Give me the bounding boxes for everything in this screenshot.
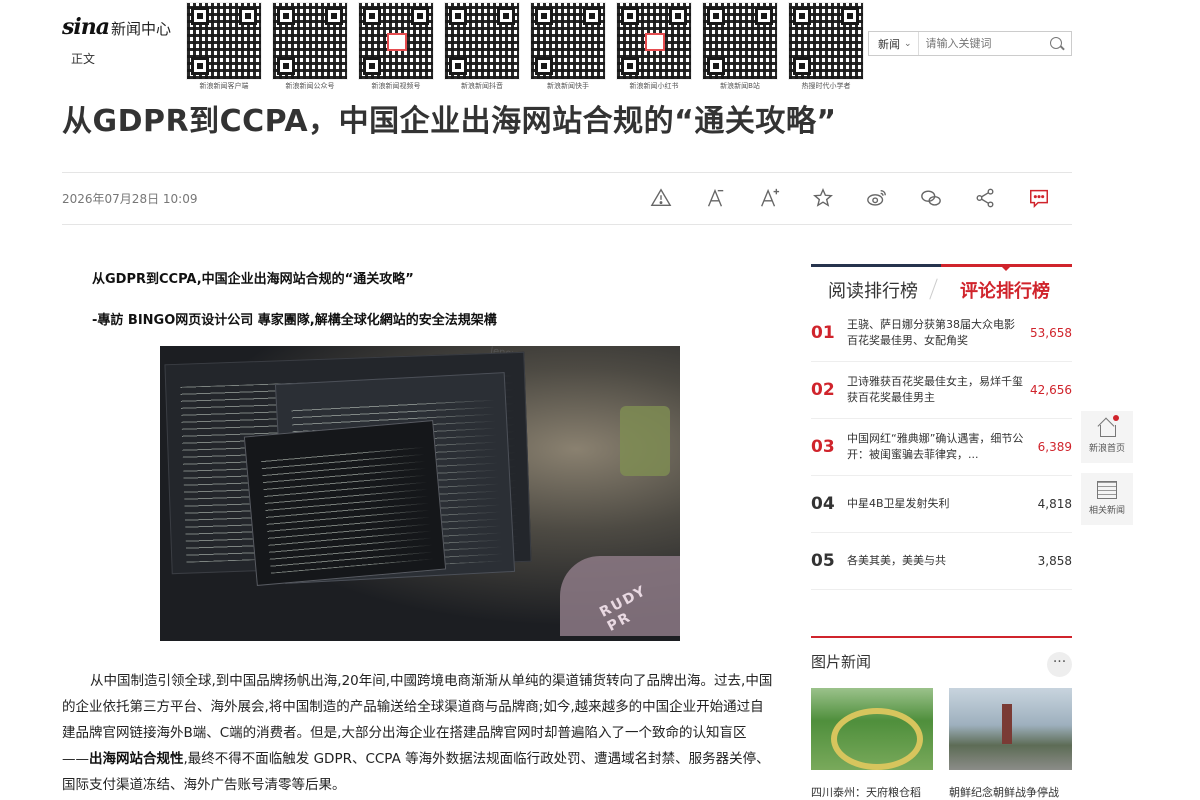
qr-code-row: 新浪新闻客户端 新浪新闻公众号 新浪新闻视频号 新浪新闻抖音 新浪新闻快手 新浪… bbox=[186, 2, 864, 91]
related-news-button[interactable]: 相关新闻 bbox=[1081, 473, 1133, 525]
ranking-item[interactable]: 02 卫诗雅获百花奖最佳女主，易烊千玺获百花奖最佳男主 42,656 bbox=[811, 362, 1072, 419]
more-options-button[interactable]: ··· bbox=[1047, 652, 1072, 677]
section-label: 正文 bbox=[71, 52, 96, 66]
divider bbox=[62, 224, 1072, 225]
qr-code-icon bbox=[788, 2, 864, 80]
divider bbox=[62, 172, 1072, 173]
rank-count: 3,858 bbox=[1037, 554, 1072, 568]
qr-code-icon bbox=[358, 2, 434, 80]
ranking-top-bar bbox=[811, 264, 1072, 267]
rank-title[interactable]: 中国网红“雅典娜”确认遇害，细节公开：被闺蜜骗去菲律宾，... bbox=[847, 431, 1025, 463]
sina-logo[interactable]: sina 新闻中心 bbox=[62, 14, 171, 40]
sina-home-label: 新浪首页 bbox=[1088, 444, 1125, 454]
font-increase-icon[interactable] bbox=[742, 185, 796, 211]
rank-title[interactable]: 各美其美，美美与共 bbox=[847, 553, 1025, 569]
qr-caption: 新浪新闻视频号 bbox=[371, 82, 421, 90]
qr-caption: 新浪新闻抖音 bbox=[461, 82, 503, 90]
ranking-item[interactable]: 05 各美其美，美美与共 3,858 bbox=[811, 533, 1072, 590]
rank-number: 04 bbox=[811, 494, 835, 514]
ranking-item[interactable]: 04 中星4B卫星发射失利 4,818 bbox=[811, 476, 1072, 533]
logo-text: 新闻中心 bbox=[111, 20, 172, 38]
article-toolbar bbox=[634, 185, 1066, 211]
news-list-icon bbox=[1097, 481, 1117, 499]
logo-brand: sina bbox=[62, 14, 110, 40]
rank-count: 6,389 bbox=[1037, 440, 1072, 454]
qr-code-icon bbox=[530, 2, 606, 80]
rank-count: 4,818 bbox=[1037, 497, 1072, 511]
picture-news-caption[interactable]: 四川泰州：天府粮仓稻 bbox=[811, 784, 921, 800]
search-icon[interactable] bbox=[1048, 35, 1066, 53]
qr-code-item: 新浪新闻B站 bbox=[702, 2, 778, 91]
qr-code-item: 新浪新闻公众号 bbox=[272, 2, 348, 91]
search-scope-select[interactable]: 新闻 ⌄ bbox=[869, 32, 919, 55]
search-box: 新闻 ⌄ bbox=[868, 31, 1072, 56]
rank-title[interactable]: 王骁、萨日娜分获第38届大众电影百花奖最佳男、女配角奖 bbox=[847, 317, 1025, 349]
qr-code-icon bbox=[702, 2, 778, 80]
page-title: 从GDPR到CCPA，中国企业出海网站合规的“通关攻略” bbox=[62, 104, 837, 139]
sina-home-button[interactable]: 新浪首页 bbox=[1081, 411, 1133, 463]
active-tab-caret bbox=[1001, 266, 1011, 271]
rank-number: 02 bbox=[811, 380, 835, 400]
weibo-share-icon[interactable] bbox=[850, 185, 904, 211]
search-input[interactable] bbox=[918, 37, 1037, 50]
font-decrease-icon[interactable] bbox=[688, 185, 742, 211]
ranking-item[interactable]: 01 王骁、萨日娜分获第38届大众电影百花奖最佳男、女配角奖 53,658 bbox=[811, 305, 1072, 362]
share-icon[interactable] bbox=[958, 185, 1012, 211]
wechat-share-icon[interactable] bbox=[904, 185, 958, 211]
qr-code-icon bbox=[616, 2, 692, 80]
qr-code-item: 新浪新闻视频号 bbox=[358, 2, 434, 91]
rank-number: 03 bbox=[811, 437, 835, 457]
ranking-item[interactable]: 03 中国网红“雅典娜”确认遇害，细节公开：被闺蜜骗去菲律宾，... 6,389 bbox=[811, 419, 1072, 476]
article-photo: lenovo RUDY PR bbox=[160, 346, 680, 641]
article-paragraph: 从中国制造引领全球,到中国品牌扬帆出海,20年间,中國跨境电商渐渐从单纯的渠道铺… bbox=[62, 673, 773, 793]
picture-news-image[interactable] bbox=[811, 688, 933, 770]
rank-number: 05 bbox=[811, 551, 835, 571]
favorite-star-icon[interactable] bbox=[796, 185, 850, 211]
tab-read-ranking[interactable]: 阅读排行榜 bbox=[828, 277, 918, 303]
qr-code-icon bbox=[186, 2, 262, 80]
search-scope-label: 新闻 bbox=[878, 37, 900, 51]
picture-news-image[interactable] bbox=[949, 688, 1072, 770]
qr-caption: 新浪新闻B站 bbox=[720, 82, 760, 90]
tab-comment-ranking[interactable]: 评论排行榜 bbox=[960, 277, 1050, 303]
qr-caption: 新浪新闻客户端 bbox=[199, 82, 249, 90]
rank-count: 42,656 bbox=[1030, 383, 1072, 397]
qr-code-item: 新浪新闻客户端 bbox=[186, 2, 262, 91]
home-icon bbox=[1097, 415, 1119, 437]
ranking-list: 01 王骁、萨日娜分获第38届大众电影百花奖最佳男、女配角奖 53,658 02… bbox=[811, 305, 1072, 590]
rank-title[interactable]: 中星4B卫星发射失利 bbox=[847, 496, 1025, 512]
rank-number: 01 bbox=[811, 323, 835, 343]
publish-datetime: 2026年07月28日 10:09 bbox=[62, 192, 198, 206]
comment-icon[interactable] bbox=[1012, 185, 1066, 211]
qr-caption: 新浪新闻公众号 bbox=[285, 82, 335, 90]
article-subhead-interview: -專訪 BINGO网页设计公司 專家團隊,解構全球化網站的安全法規架構 bbox=[92, 313, 497, 328]
qr-code-icon bbox=[272, 2, 348, 80]
bold-keyword: 出海网站合规性 bbox=[89, 751, 184, 767]
picture-news-rule bbox=[811, 636, 1072, 638]
qr-caption: 热搜时代小学者 bbox=[801, 82, 851, 90]
report-icon[interactable] bbox=[634, 185, 688, 211]
related-news-label: 相关新闻 bbox=[1088, 506, 1125, 516]
rank-count: 53,658 bbox=[1030, 326, 1072, 340]
tab-separator bbox=[929, 278, 938, 300]
qr-caption: 新浪新闻快手 bbox=[547, 82, 589, 90]
qr-caption: 新浪新闻小红书 bbox=[629, 82, 679, 90]
article-subhead: 从GDPR到CCPA,中国企业出海网站合规的“通关攻略” bbox=[92, 272, 414, 287]
qr-code-item: 热搜时代小学者 bbox=[788, 2, 864, 91]
picture-news-caption[interactable]: 朝鲜纪念朝鲜战争停战 bbox=[949, 784, 1059, 800]
picture-news-title: 图片新闻 bbox=[811, 653, 872, 671]
chevron-down-icon: ⌄ bbox=[904, 38, 912, 49]
qr-code-item: 新浪新闻抖音 bbox=[444, 2, 520, 91]
qr-code-item: 新浪新闻快手 bbox=[530, 2, 606, 91]
rank-title[interactable]: 卫诗雅获百花奖最佳女主，易烊千玺获百花奖最佳男主 bbox=[847, 374, 1025, 406]
qr-code-item: 新浪新闻小红书 bbox=[616, 2, 692, 91]
qr-code-icon bbox=[444, 2, 520, 80]
